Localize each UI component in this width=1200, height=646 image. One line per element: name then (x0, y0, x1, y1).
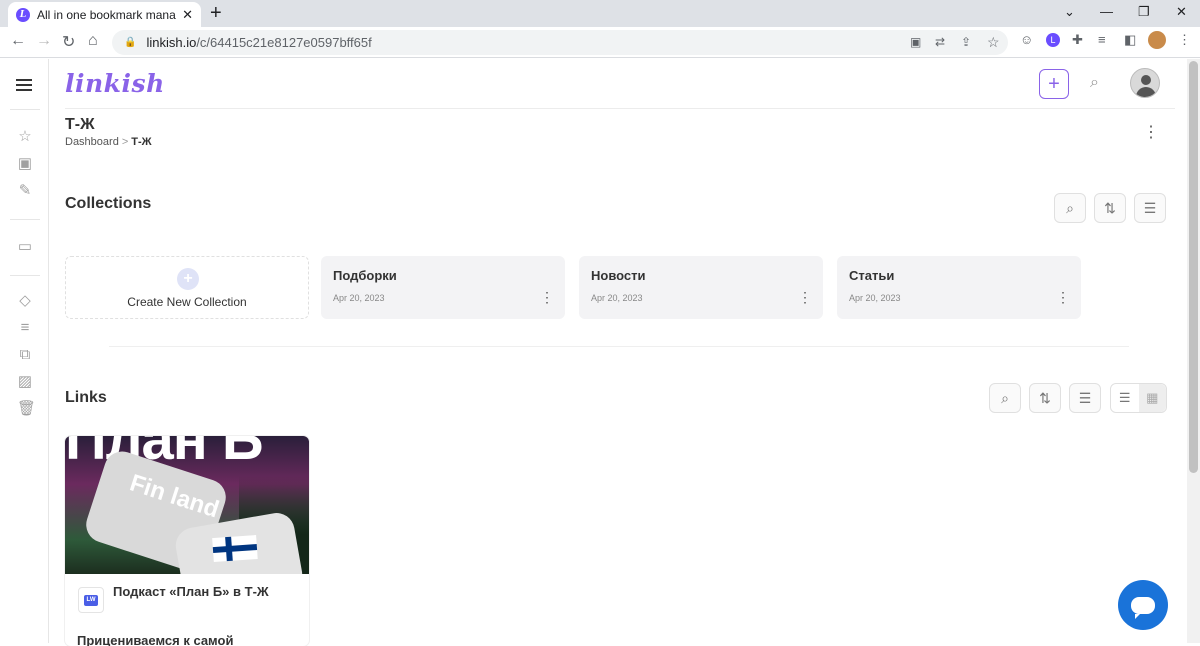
links-heading: Links (65, 389, 107, 406)
create-collection-card[interactable]: + Create New Collection (65, 256, 309, 319)
close-tab-icon[interactable]: ✕ (182, 7, 193, 23)
browser-tab-strip: L All in one bookmark manager | Li ✕ + ⌄… (0, 0, 1200, 27)
collection-more-icon[interactable]: ⋮ (798, 289, 812, 305)
collections-sort-button[interactable]: ⇅ (1094, 193, 1126, 223)
link-title[interactable]: Подкаст «План Б» в Т-Ж (113, 584, 303, 599)
sidebar-divider (10, 109, 40, 110)
linkish-extension-icon[interactable]: L (1046, 33, 1060, 47)
browser-menu-icon[interactable]: ⋮ (1178, 32, 1191, 48)
add-button[interactable]: + (1039, 69, 1069, 99)
reload-icon[interactable]: ↻ (62, 32, 75, 52)
collection-card[interactable]: Статьи Apr 20, 2023 ⋮ (837, 256, 1081, 319)
list-view-icon[interactable]: ☰ (1111, 384, 1139, 412)
collection-name: Подборки (333, 268, 397, 283)
page-title: Т-Ж (65, 116, 95, 133)
browser-toolbar: ← → ↻ ⌂ 🔒 linkish.io/c/64415c21e8127e059… (0, 27, 1200, 58)
main-content: linkish + ⌕ Т-Ж Dashboard > Т-Ж ⋮ Collecti… (49, 59, 1187, 646)
grid-view-icon[interactable]: ▦ (1138, 384, 1166, 412)
new-tab-icon[interactable]: + (210, 3, 222, 23)
extensions-puzzle-icon[interactable]: ✚ (1072, 32, 1083, 48)
section-divider (109, 346, 1129, 347)
plus-icon: + (177, 268, 199, 290)
tab-title: All in one bookmark manager | Li (37, 7, 176, 22)
links-search-button[interactable]: ⌕ (989, 383, 1021, 413)
url-host: linkish.io (146, 35, 197, 50)
collection-more-icon[interactable]: ⋮ (540, 289, 554, 305)
page-more-icon[interactable]: ⋮ (1143, 125, 1159, 141)
playlist-icon[interactable]: ≡ (17, 320, 33, 336)
links-filter-button[interactable]: ☰ (1069, 383, 1101, 413)
forward-icon[interactable]: → (36, 32, 52, 50)
folder-icon[interactable]: ▭ (17, 239, 33, 255)
page-scrollbar[interactable] (1187, 59, 1200, 643)
view-toggle: ☰ ▦ (1110, 383, 1167, 413)
tag-icon[interactable]: ◇ (17, 293, 33, 309)
app-sidebar: ☆ ▣ ✎ ▭ ◇ ≡ ⧉ ▨ 🗑 (0, 59, 49, 643)
url-path: /c/64415c21e8127e0597bff65f (196, 35, 372, 50)
links-sort-button[interactable]: ⇅ (1029, 383, 1061, 413)
collection-date: Apr 20, 2023 (849, 293, 901, 303)
extension-face-icon[interactable]: ☺ (1020, 32, 1033, 47)
collections-heading: Collections (65, 195, 152, 212)
minimize-icon[interactable]: — (1100, 4, 1113, 19)
pen-icon[interactable]: ✎ (17, 183, 33, 199)
browser-tab[interactable]: L All in one bookmark manager | Li ✕ (8, 2, 201, 27)
link-description: Прицениваемся к самой (77, 633, 234, 646)
collection-date: Apr 20, 2023 (591, 293, 643, 303)
bookmark-star-icon[interactable]: ☆ (987, 34, 1000, 51)
link-thumbnail: План Б Fin land (65, 436, 309, 574)
app-logo[interactable]: linkish (65, 69, 165, 98)
search-icon[interactable]: ⌕ (1090, 74, 1099, 92)
tab-search-icon[interactable]: ⌄ (1064, 4, 1075, 20)
finland-flag-icon (212, 535, 258, 563)
keycap-text: Fin land (126, 469, 223, 524)
trash-icon[interactable]: 🗑 (17, 401, 36, 417)
collections-filter-button[interactable]: ☰ (1134, 193, 1166, 223)
sidebar-divider (10, 275, 40, 276)
contacts-icon[interactable]: ▣ (17, 156, 33, 172)
breadcrumb: Dashboard > Т-Ж (65, 136, 152, 148)
sidebar-divider (10, 219, 40, 220)
collection-name: Новости (591, 268, 646, 283)
collection-more-icon[interactable]: ⋮ (1056, 289, 1070, 305)
restore-icon[interactable]: ❐ (1138, 4, 1150, 20)
profile-avatar-icon[interactable] (1148, 31, 1166, 49)
link-card[interactable]: План Б Fin land LW Подкаст «План Б» в Т-… (65, 436, 309, 646)
clipboard-icon[interactable]: ▣ (910, 35, 921, 49)
collection-name: Статьи (849, 268, 895, 283)
breadcrumb-current: Т-Ж (131, 136, 152, 148)
copy-icon[interactable]: ⧉ (17, 347, 33, 363)
user-avatar[interactable] (1130, 68, 1160, 98)
header-divider (65, 108, 1175, 109)
star-icon[interactable]: ☆ (17, 129, 33, 145)
close-window-icon[interactable]: ✕ (1176, 4, 1187, 20)
home-icon[interactable]: ⌂ (88, 32, 98, 50)
collection-card[interactable]: Новости Apr 20, 2023 ⋮ (579, 256, 823, 319)
link-favicon-icon: LW (78, 587, 104, 613)
lock-icon: 🔒 (124, 37, 137, 48)
collection-date: Apr 20, 2023 (333, 293, 385, 303)
create-collection-label: Create New Collection (127, 295, 247, 309)
back-icon[interactable]: ← (10, 32, 26, 50)
tab-favicon-icon: L (16, 7, 30, 22)
share-icon[interactable]: ⇪ (961, 35, 971, 49)
reading-list-icon[interactable]: ≡ (1098, 32, 1106, 47)
collection-card[interactable]: Подборки Apr 20, 2023 ⋮ (321, 256, 565, 319)
hamburger-menu-icon[interactable] (16, 79, 32, 94)
chat-bubble-icon (1131, 596, 1155, 619)
image-icon[interactable]: ▨ (17, 374, 33, 390)
chat-support-button[interactable] (1118, 580, 1168, 630)
breadcrumb-root[interactable]: Dashboard (65, 136, 119, 148)
collections-search-button[interactable]: ⌕ (1054, 193, 1086, 223)
breadcrumb-separator: > (121, 136, 129, 148)
side-panel-icon[interactable]: ◧ (1124, 32, 1136, 48)
translate-icon[interactable]: ⇄ (935, 35, 945, 49)
address-bar[interactable]: 🔒 linkish.io/c/64415c21e8127e0597bff65f … (112, 30, 1008, 55)
